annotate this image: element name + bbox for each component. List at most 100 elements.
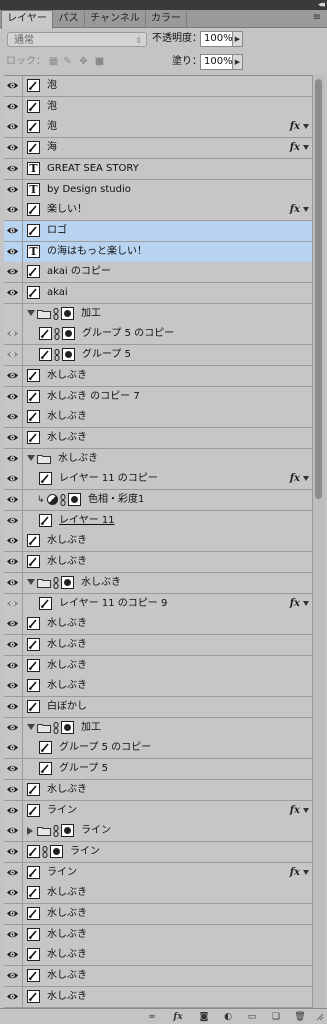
layer-name[interactable]: 水しぶき [47,780,87,800]
layer-row[interactable]: ライン [4,821,312,843]
tab-channels[interactable]: チャンネル [85,11,146,27]
layer-name[interactable]: 水しぶき [47,656,87,676]
mask-link-icon[interactable] [53,825,59,838]
layer-name[interactable]: 水しぶき [47,366,87,386]
layer-name[interactable]: 水しぶき [47,552,87,572]
layer-row[interactable]: レイヤー 11 のコピー 9 fx [4,593,312,615]
layer-name[interactable]: グループ 5 のコピー [59,738,151,758]
layer-row[interactable]: 水しぶき [4,945,312,967]
visibility-toggle[interactable] [4,924,23,945]
visibility-toggle[interactable] [4,593,23,614]
layer-row[interactable]: T GREAT SEA STORY [4,158,312,180]
visibility-toggle[interactable] [4,96,23,117]
resize-grip-icon[interactable] [316,1013,324,1021]
tab-color[interactable]: カラー [146,11,187,27]
layer-name[interactable]: 水しぶき [47,883,87,903]
layer-mask-thumbnail[interactable] [61,306,74,320]
lock-transparent-icon[interactable]: ▦ [48,56,59,67]
mask-link-icon[interactable] [60,494,66,506]
layer-name[interactable]: ライン [70,842,100,862]
layer-row[interactable]: 泡 fx [4,117,312,139]
panel-menu-icon[interactable]: ≡ [313,13,321,23]
layer-name[interactable]: 水しぶき [47,614,87,634]
layer-row[interactable]: レイヤー 11 のコピー fx [4,469,312,491]
visibility-toggle[interactable] [4,572,23,593]
layer-row[interactable]: 水しぶき [4,407,312,429]
mask-link-icon[interactable] [54,328,60,341]
visibility-toggle[interactable] [4,386,23,407]
visibility-toggle[interactable] [4,614,23,635]
visibility-toggle[interactable] [4,676,23,697]
layer-row[interactable]: 泡 [4,96,312,118]
layer-name[interactable]: グループ 5 [59,759,108,779]
layer-row[interactable]: 水しぶき [4,634,312,656]
layer-row[interactable]: ライン fx [4,800,312,822]
visibility-toggle[interactable] [4,945,23,966]
layer-name[interactable]: 水しぶき [47,945,87,965]
fill-dropdown-icon[interactable]: ▶ [233,54,243,70]
effects-expand-icon[interactable] [303,207,309,213]
new-group-icon[interactable]: ▭ [246,1011,258,1023]
layer-row[interactable]: 泡 [4,76,312,97]
layer-name[interactable]: 水しぶき [81,573,121,593]
visibility-toggle[interactable] [4,365,23,386]
layer-effects-badge[interactable]: fx [290,863,300,883]
layer-name[interactable]: 水しぶき [47,987,87,1007]
layer-name[interactable]: 楽しい！ [47,200,87,220]
visibility-toggle[interactable] [4,862,23,883]
visibility-toggle[interactable] [4,345,23,366]
layer-name[interactable]: 泡 [47,76,57,96]
layer-name[interactable]: 水しぶき [47,428,87,448]
visibility-toggle[interactable] [4,179,23,200]
fx-icon[interactable]: fx [172,1011,184,1023]
layer-row[interactable]: 水しぶき [4,924,312,946]
visibility-toggle[interactable] [4,717,23,738]
layer-effects-badge[interactable]: fx [290,117,300,137]
effects-expand-icon[interactable] [303,124,309,130]
layer-row[interactable]: 水しぶき [4,531,312,553]
layer-effects-badge[interactable]: fx [290,594,300,614]
layer-name[interactable]: GREAT SEA STORY [47,159,139,179]
expand-triangle-icon[interactable] [27,723,35,730]
visibility-toggle[interactable] [4,986,23,1007]
layer-name[interactable]: 水しぶき [47,966,87,986]
layer-name[interactable]: 水しぶき [47,676,87,696]
layer-name[interactable]: ライン [47,863,77,883]
visibility-toggle[interactable] [4,655,23,676]
layer-name[interactable]: 水しぶき のコピー 7 [47,387,140,407]
visibility-toggle[interactable] [4,904,23,924]
layer-row[interactable]: 水しぶき [4,779,312,801]
mask-link-icon[interactable] [54,349,60,362]
visibility-toggle[interactable] [4,448,23,469]
layer-name[interactable]: 水しぶき [47,925,87,945]
effects-expand-icon[interactable] [303,869,309,875]
layer-row[interactable]: Tby Design studio [4,179,312,201]
mask-link-icon[interactable] [53,721,59,734]
layer-row[interactable]: 水しぶき [4,614,312,636]
visibility-toggle[interactable] [4,220,23,241]
blend-mode-select[interactable]: 通常 ⇕ [7,32,147,47]
lock-paint-icon[interactable]: ✎ [62,56,73,67]
layer-row[interactable]: 加工 [4,717,312,739]
layer-list-scrollbar[interactable] [312,75,325,1008]
layer-row[interactable]: 水しぶき [4,904,312,925]
adjustment-layer-icon[interactable]: ◐ [222,1011,234,1023]
layer-name[interactable]: 水しぶき [58,449,98,469]
visibility-toggle[interactable] [4,552,23,573]
layer-name[interactable]: 海 [47,138,57,158]
layer-name[interactable]: の海はもっと楽しい！ [47,242,147,262]
layer-row[interactable]: 加工 [4,303,312,325]
layer-row[interactable]: ロゴ [4,220,312,242]
visibility-toggle[interactable] [4,407,23,428]
visibility-toggle[interactable] [4,324,23,345]
layer-name[interactable]: 水しぶき [47,635,87,655]
visibility-toggle[interactable] [4,138,23,159]
visibility-toggle[interactable] [4,303,23,324]
layer-row[interactable]: グループ 5 [4,759,312,781]
layer-effects-badge[interactable]: fx [290,801,300,821]
visibility-toggle[interactable] [4,241,23,262]
layer-name[interactable]: 色相・彩度1 [88,490,144,510]
visibility-toggle[interactable] [4,76,23,96]
tab-paths[interactable]: パス [53,11,85,27]
layer-row[interactable]: 水しぶき [4,552,312,574]
